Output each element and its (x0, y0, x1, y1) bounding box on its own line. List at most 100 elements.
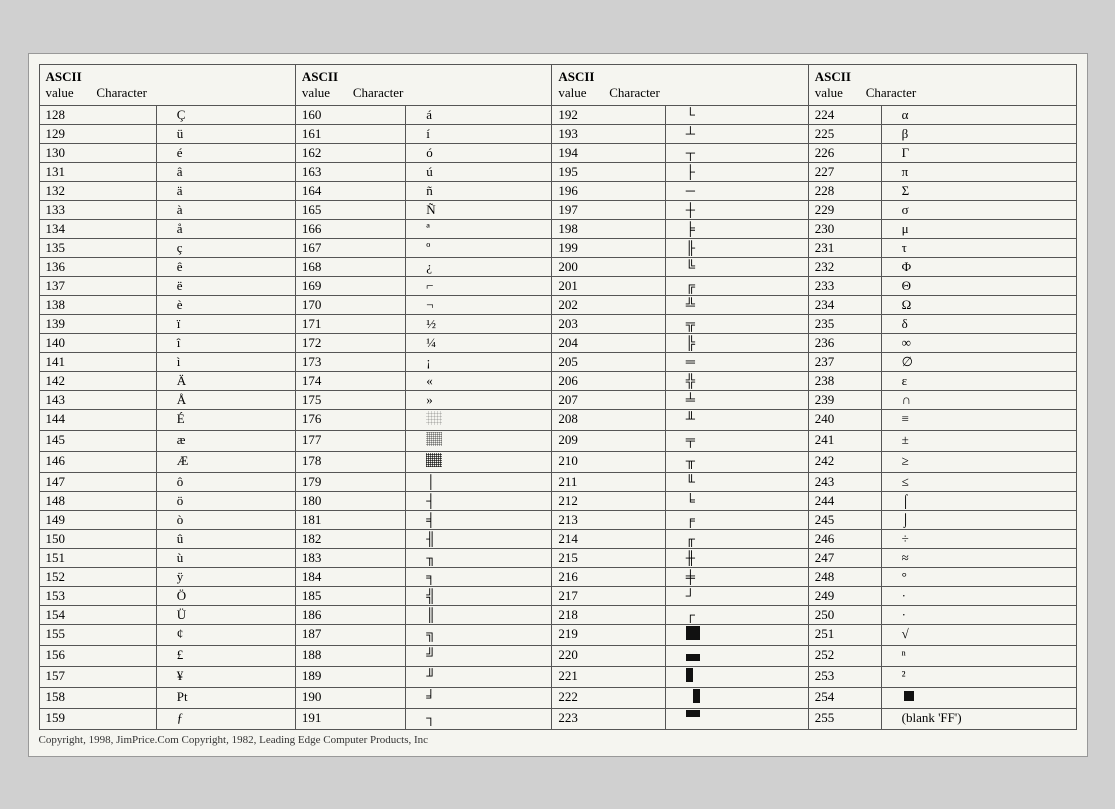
ascii-table: ASCII value Character ASCII value Charac… (39, 64, 1077, 730)
ascii-char: ï (156, 314, 295, 333)
ascii-char: ╛ (406, 687, 552, 708)
ascii-char: ┐ (406, 708, 552, 729)
ascii-char: » (406, 390, 552, 409)
table-row: 153 Ö 185 ╣ 217 ┘ 249 · (39, 586, 1076, 605)
ascii-value: 218 (552, 605, 665, 624)
ascii-value: 253 (808, 666, 881, 687)
ascii-char: └ (665, 105, 808, 124)
ascii-value: 245 (808, 510, 881, 529)
ascii-char: ½ (406, 314, 552, 333)
table-row: 129 ü 161 í 193 ┴ 225 β (39, 124, 1076, 143)
ascii-char: ╪ (665, 567, 808, 586)
ascii-value: 166 (295, 219, 405, 238)
ascii-char: ╘ (665, 491, 808, 510)
table-row: 157 ¥ 189 ╜ 221 253 ² (39, 666, 1076, 687)
ascii-value: 207 (552, 390, 665, 409)
ascii-value: 139 (39, 314, 156, 333)
ascii-char: ù (156, 548, 295, 567)
ascii-value: 149 (39, 510, 156, 529)
table-row: 150 û 182 ╢ 214 ╓ 246 ÷ (39, 529, 1076, 548)
ascii-value: 247 (808, 548, 881, 567)
ascii-char: Ä (156, 371, 295, 390)
ascii-char: ª (406, 219, 552, 238)
ascii-char: ╙ (665, 472, 808, 491)
ascii-value: 141 (39, 352, 156, 371)
ascii-char (665, 624, 808, 645)
ascii-char: Ç (156, 105, 295, 124)
ascii-value: 216 (552, 567, 665, 586)
ascii-char: ¼ (406, 333, 552, 352)
ascii-value: 227 (808, 162, 881, 181)
ascii-value: 225 (808, 124, 881, 143)
ascii-char: é (156, 143, 295, 162)
ascii-char: â (156, 162, 295, 181)
ascii-value: 188 (295, 645, 405, 666)
ascii-value: 234 (808, 295, 881, 314)
ascii-value: 194 (552, 143, 665, 162)
table-row: 141 ì 173 ¡ 205 ═ 237 ∅ (39, 352, 1076, 371)
ascii-char (406, 451, 552, 472)
ascii-value: 248 (808, 567, 881, 586)
ascii-value: 210 (552, 451, 665, 472)
table-row: 147 ô 179 │ 211 ╙ 243 ≤ (39, 472, 1076, 491)
ascii-char: β (881, 124, 1076, 143)
ascii-value: 251 (808, 624, 881, 645)
ascii-char: ╒ (665, 510, 808, 529)
ascii-char: î (156, 333, 295, 352)
ascii-char: ò (156, 510, 295, 529)
shade-dark-icon (426, 453, 442, 467)
col3-header: ASCII value Character (552, 64, 808, 105)
ascii-value: 152 (39, 567, 156, 586)
ascii-char (406, 409, 552, 430)
ascii-char: ╔ (665, 276, 808, 295)
ascii-char: ╕ (406, 567, 552, 586)
col4-header: ASCII value Character (808, 64, 1076, 105)
ascii-char: ¿ (406, 257, 552, 276)
ascii-value: 148 (39, 491, 156, 510)
ascii-value: 231 (808, 238, 881, 257)
ascii-value: 181 (295, 510, 405, 529)
ascii-char: ╞ (665, 219, 808, 238)
ascii-char: ⁿ (881, 645, 1076, 666)
col1-header: ASCII value Character (39, 64, 295, 105)
table-row: 136 ê 168 ¿ 200 ╚ 232 Φ (39, 257, 1076, 276)
ascii-value: 180 (295, 491, 405, 510)
ascii-value: 174 (295, 371, 405, 390)
ascii-char: ô (156, 472, 295, 491)
ascii-value: 240 (808, 409, 881, 430)
ascii-char: │ (406, 472, 552, 491)
ascii-value: 145 (39, 430, 156, 451)
ascii-char: (blank 'FF') (881, 708, 1076, 729)
ascii-char: τ (881, 238, 1076, 257)
ascii-char: ╜ (406, 666, 552, 687)
table-row: 148 ö 180 ┤ 212 ╘ 244 ⌠ (39, 491, 1076, 510)
ascii-value: 215 (552, 548, 665, 567)
table-row: 138 è 170 ¬ 202 ╩ 234 Ω (39, 295, 1076, 314)
ascii-char (881, 687, 1076, 708)
ascii-value: 249 (808, 586, 881, 605)
ascii-value: 250 (808, 605, 881, 624)
ascii-char: ¬ (406, 295, 552, 314)
ascii-char: ¡ (406, 352, 552, 371)
ascii-value: 235 (808, 314, 881, 333)
ascii-value: 202 (552, 295, 665, 314)
ascii-char: ╩ (665, 295, 808, 314)
ascii-value: 150 (39, 529, 156, 548)
shade-light-icon (426, 411, 442, 425)
ascii-value: 203 (552, 314, 665, 333)
ascii-char: ∅ (881, 352, 1076, 371)
ascii-value: 191 (295, 708, 405, 729)
ascii-value: 136 (39, 257, 156, 276)
ascii-char (665, 708, 808, 729)
table-row: 132 ä 164 ñ 196 ─ 228 Σ (39, 181, 1076, 200)
ascii-char: ╓ (665, 529, 808, 548)
ascii-value: 190 (295, 687, 405, 708)
ascii-char: è (156, 295, 295, 314)
ascii-value: 134 (39, 219, 156, 238)
ascii-char: ╣ (406, 586, 552, 605)
ascii-value: 138 (39, 295, 156, 314)
ascii-char: ¢ (156, 624, 295, 645)
ascii-value: 224 (808, 105, 881, 124)
table-row: 142 Ä 174 « 206 ╬ 238 ε (39, 371, 1076, 390)
ascii-value: 156 (39, 645, 156, 666)
